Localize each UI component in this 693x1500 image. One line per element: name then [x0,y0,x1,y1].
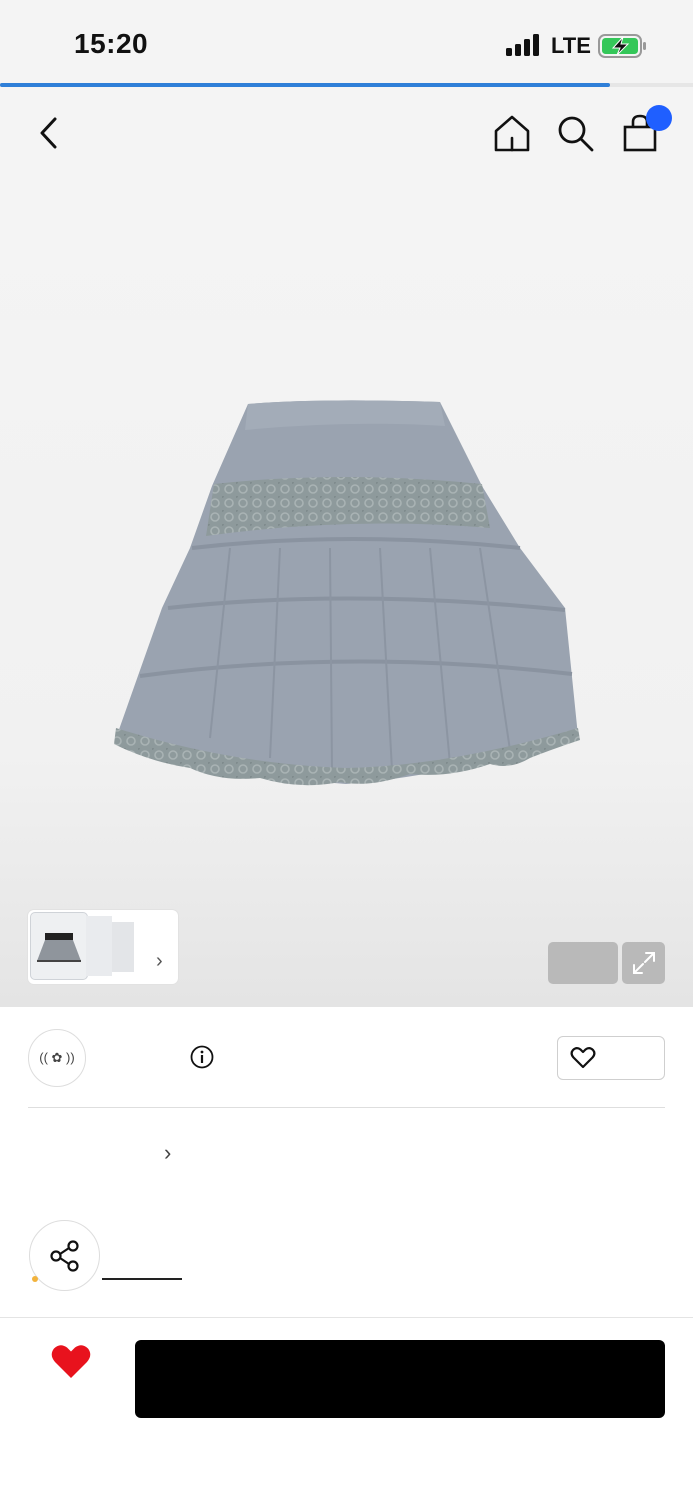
thumbnail-3[interactable] [112,922,134,972]
share-button[interactable] [29,1220,100,1291]
info-icon[interactable] [190,1045,214,1069]
link-underline[interactable] [102,1278,182,1280]
brand-logo[interactable]: (( ✿ )) [28,1029,86,1087]
divider [0,1317,693,1318]
add-to-cart-button[interactable] [135,1340,665,1418]
top-navigation [0,87,693,173]
expand-button[interactable] [622,942,665,984]
battery-charging-icon [598,34,646,58]
status-bar: 15:20 LTE [0,0,693,84]
thumbnail-1[interactable] [31,913,87,979]
thumbnail-skirt-image [37,933,81,962]
back-button[interactable] [28,111,72,155]
heart-outline-icon [570,1047,596,1069]
thumbnail-strip[interactable]: › [28,910,178,984]
home-icon [494,115,530,152]
shopping-bag-button[interactable] [618,105,672,155]
back-icon [40,117,57,149]
cart-badge [646,105,672,131]
favorite-heart-icon[interactable] [50,1342,92,1382]
thumbnail-2[interactable] [86,916,112,976]
share-icon [49,1239,79,1272]
status-time: 15:20 [74,28,149,59]
product-image[interactable] [110,398,582,788]
network-type: LTE [551,33,591,58]
search-button[interactable] [553,111,597,155]
indicator-dot [32,1276,38,1282]
signal-strength-icon [506,34,539,56]
product-gallery[interactable]: › [0,173,693,1007]
wishlist-button[interactable] [557,1036,665,1080]
chevron-right-icon[interactable]: › [156,950,163,973]
divider [28,1107,665,1108]
chevron-right-icon[interactable]: › [164,1140,171,1166]
home-button[interactable] [490,111,534,155]
gallery-action-button[interactable] [548,942,618,984]
expand-icon [632,952,655,974]
search-icon [558,116,594,152]
